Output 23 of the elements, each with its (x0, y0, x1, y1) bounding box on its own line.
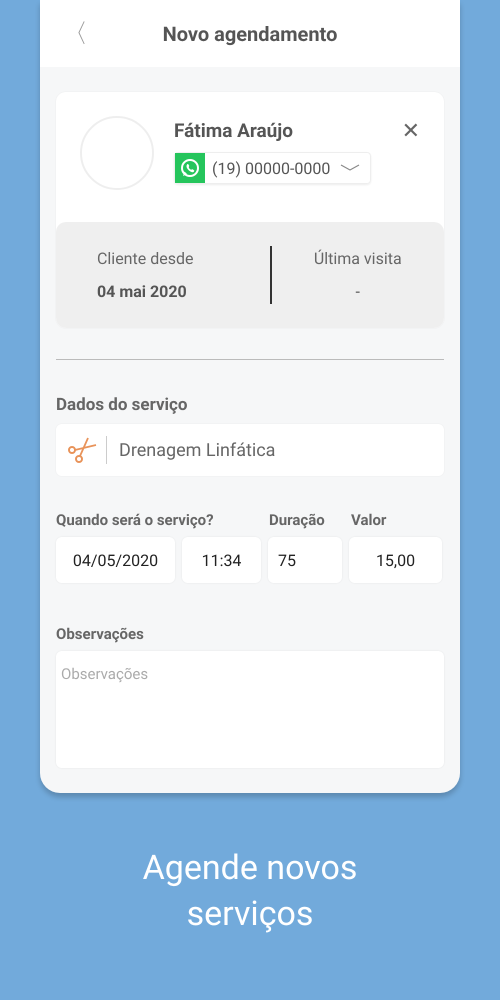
price-field[interactable]: 15,00 (349, 537, 442, 583)
time-field[interactable]: 11:34 (182, 537, 261, 583)
notes-field[interactable]: Observações (56, 651, 444, 768)
duration-field[interactable]: 75 (268, 537, 342, 583)
date-field[interactable]: 04/05/2020 (56, 537, 175, 583)
close-button[interactable]: ✕ (402, 116, 420, 146)
field-label: Quando será o serviço? (56, 511, 215, 529)
caption: Agende novos serviços (142, 847, 358, 936)
section-heading: Dados do serviço (56, 395, 189, 415)
caret-icon (340, 164, 360, 172)
stat-value: 04 mai 2020 (97, 282, 188, 301)
service-field[interactable]: Drenagem Linfática (56, 424, 444, 476)
field-label: Duração (269, 511, 326, 529)
screen-title: Novo agendamento (162, 22, 338, 46)
chat-phone-icon (175, 153, 205, 183)
phone-dropdown[interactable]: (19) 00000-0000 (174, 152, 372, 184)
scissors-icon (66, 435, 98, 465)
stat-value: - (356, 282, 360, 301)
field-label: Valor (351, 511, 386, 529)
section-heading: Observações (56, 625, 145, 643)
stat-label: Última visita (314, 249, 402, 268)
client-name: Fátima Araújo (174, 119, 294, 142)
stat-label: Cliente desde (97, 249, 194, 268)
